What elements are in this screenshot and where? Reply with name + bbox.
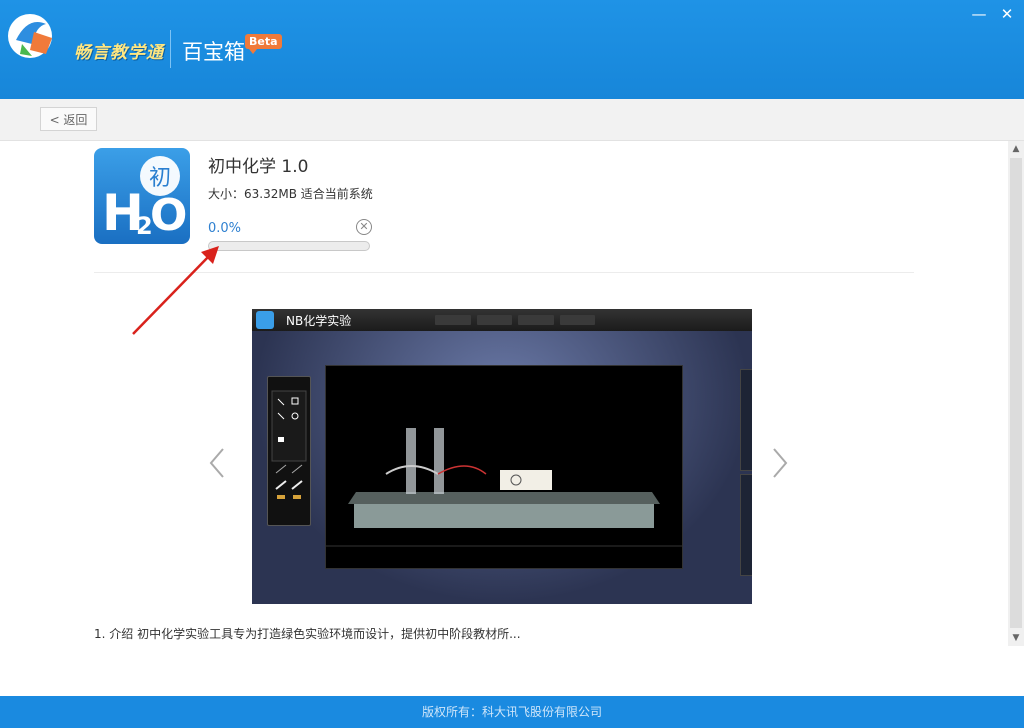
h2o-icon: 初 H 2 O (102, 156, 187, 242)
icon-badge-text: 初 (149, 166, 171, 191)
annotation-arrow-icon (132, 246, 219, 335)
cancel-download-icon[interactable]: ✕ (356, 219, 372, 235)
scroll-up-icon[interactable]: ▲ (1008, 141, 1024, 157)
screenshot-tabs (435, 315, 595, 325)
screenshot-titlebar: NB化学实验 (252, 309, 752, 331)
download-progress-bar (208, 241, 370, 251)
scroll-thumb[interactable] (1010, 158, 1022, 628)
app-icon: 初 H 2 O (94, 148, 190, 244)
beta-badge: Beta (245, 34, 282, 54)
toolbar: < 返回 (0, 99, 1024, 141)
minimize-button[interactable]: — (968, 4, 990, 24)
close-icon: ✕ (1000, 5, 1014, 23)
screenshot-canvas (325, 365, 683, 569)
app-name: 初中化学 1.0 (208, 157, 309, 177)
close-button[interactable]: ✕ (996, 4, 1018, 24)
screenshot-side-tab-top (740, 369, 752, 471)
logo-icon (8, 14, 52, 58)
brand-text: 畅言教学通 (74, 43, 164, 63)
minimize-icon: — (971, 5, 987, 23)
screenshot-title: NB化学实验 (286, 314, 352, 328)
app-description: 1. 介绍 初中化学实验工具专为打造绿色实验环境而设计，提供初中阶段教材所... (94, 627, 521, 641)
icon-o-text: O (150, 190, 187, 241)
previous-image-button[interactable] (207, 446, 227, 480)
progress-percent: 0.0% (208, 221, 242, 236)
app-size-info: 大小：63.32MB 适合当前系统 (208, 187, 373, 201)
back-button[interactable]: < 返回 (40, 107, 97, 131)
app-header: 畅言教学通 百宝箱 Beta — ✕ (0, 0, 1024, 99)
screenshot-toolbox (267, 376, 311, 526)
screenshot-side-tab-bottom (740, 474, 752, 576)
scroll-down-icon[interactable]: ▼ (1008, 630, 1024, 646)
app-title: 百宝箱 (182, 40, 245, 64)
experiment-logo-icon (256, 311, 274, 329)
app-detail-panel: 初 H 2 O 初中化学 1.0 大小：63.32MB 适合当前系统 0.0% … (0, 141, 1008, 696)
header-separator (170, 30, 171, 68)
footer: 版权所有：科大讯飞股份有限公司 (0, 696, 1024, 728)
next-image-button[interactable] (770, 446, 790, 480)
vertical-scrollbar[interactable]: ▲ ▼ (1008, 141, 1024, 646)
app-screenshot: NB化学实验 (252, 309, 752, 604)
